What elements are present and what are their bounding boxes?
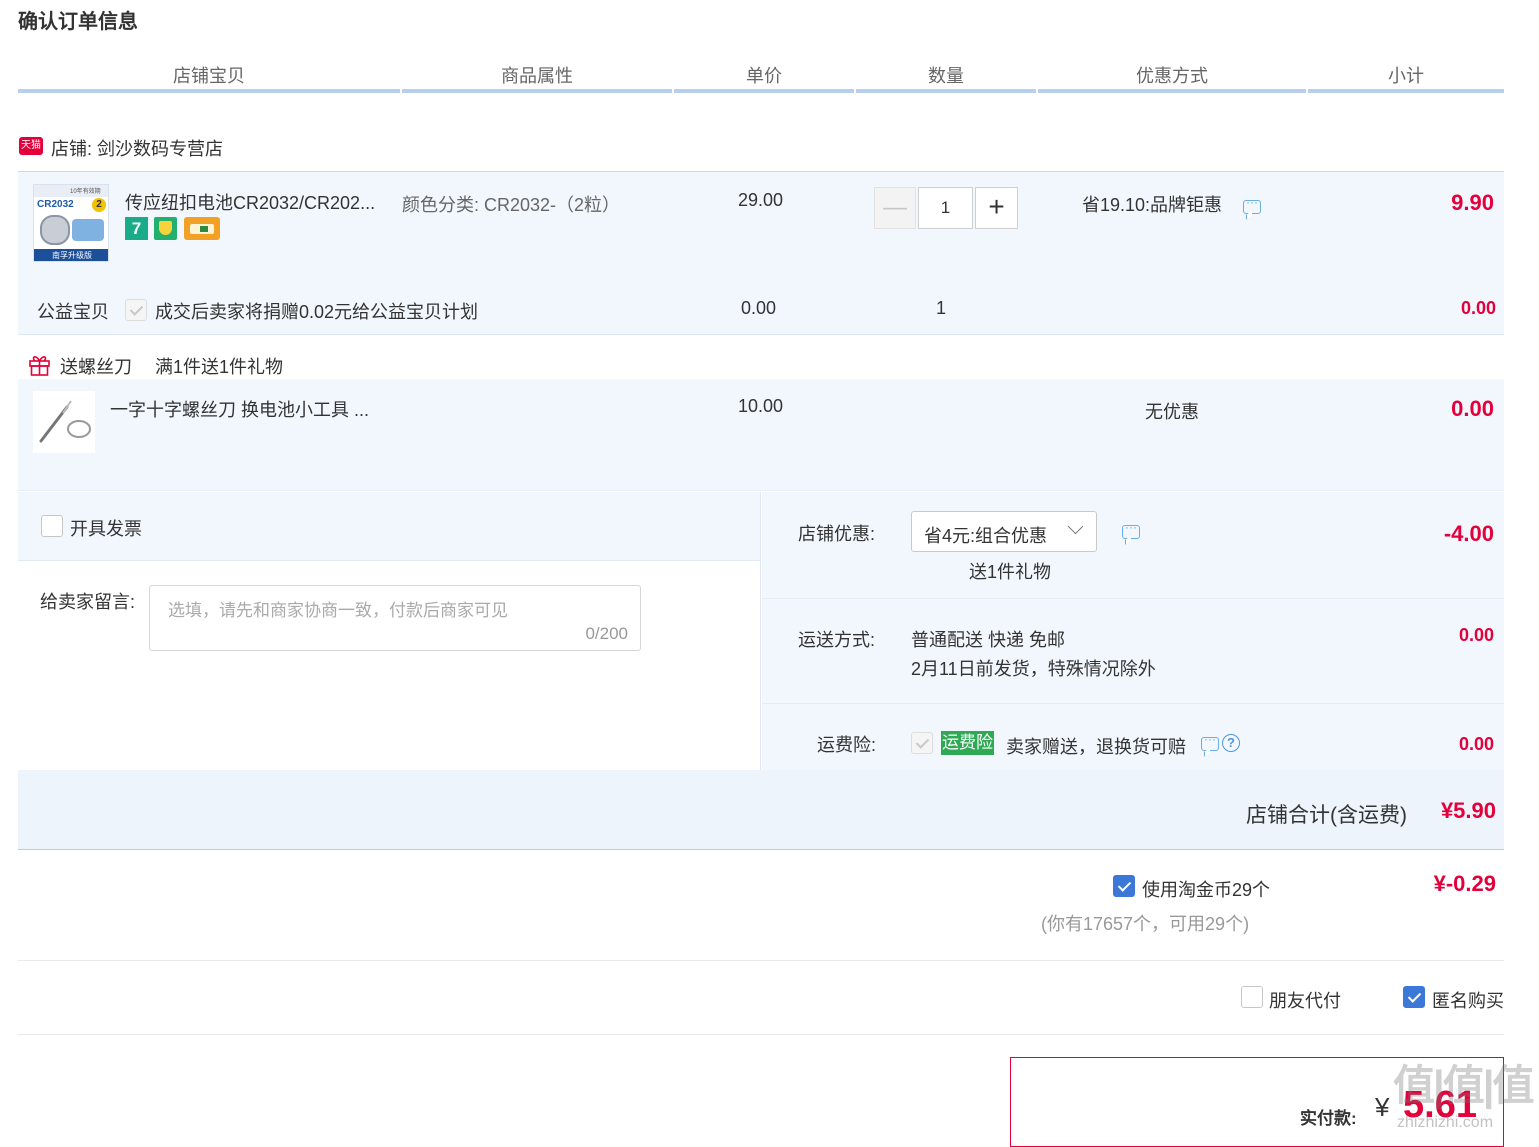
quantity-input[interactable]: 1 [918, 187, 973, 229]
coins-available: (你有17657个，可用29个) [1041, 914, 1250, 934]
charity-subtotal: 0.00 [1460, 298, 1496, 318]
tmall-badge: 天猫 [19, 137, 43, 155]
col-header-attr: 商品属性 [501, 66, 573, 86]
invoice-checkbox[interactable] [41, 515, 63, 537]
charity-price: 0.00 [741, 298, 777, 318]
coins-amount: ¥-0.29 [1433, 871, 1496, 896]
shop-discount-label: 店铺优惠: [798, 524, 876, 544]
col-header-discount: 优惠方式 [1136, 66, 1208, 86]
gift-item-thumbnail[interactable] [33, 391, 95, 453]
charity-text: 成交后卖家将捐赠0.02元给公益宝贝计划 [155, 302, 479, 322]
shop-total-amount: ¥5.90 [1440, 798, 1496, 823]
gift-icon [28, 353, 51, 376]
friend-pay-checkbox[interactable] [1241, 986, 1263, 1008]
item-discount: 省19.10:品牌钜惠 [1082, 195, 1223, 215]
coins-checkbox[interactable] [1113, 875, 1135, 897]
charity-qty: 1 [936, 298, 947, 318]
shop-discount-select[interactable]: 省4元:组合优惠 [911, 511, 1097, 552]
guarantee-badge-icon [154, 217, 177, 240]
item-thumbnail[interactable]: 10年有效期 CR2032 2 南孚升级版 [33, 184, 109, 262]
shop-discount-note: 送1件礼物 [969, 562, 1052, 582]
insurance-tag: 运费险 [941, 731, 994, 755]
chevron-down-icon [1067, 518, 1084, 535]
shop-name[interactable]: 店铺: 剑沙数码专营店 [51, 135, 223, 161]
shipping-label: 运送方式: [798, 630, 876, 650]
credit-card-badge-icon [184, 217, 220, 240]
item-title[interactable]: 传应纽扣电池CR2032/CR202... [125, 189, 375, 215]
shop-discount-amount: -4.00 [1443, 521, 1494, 546]
gift-promo-title: 送螺丝刀 [60, 357, 132, 377]
gift-item-price: 10.00 [738, 396, 784, 416]
insurance-chat-icon[interactable] [1201, 732, 1219, 751]
seven-day-return-badge: 7 [125, 217, 148, 240]
charity-label: 公益宝贝 [37, 302, 109, 322]
message-placeholder: 选填，请先和商家协商一致，付款后商家可见 [168, 601, 508, 620]
friend-pay-label[interactable]: 朋友代付 [1269, 987, 1341, 1013]
col-header-qty: 数量 [928, 66, 964, 86]
col-header-subtotal: 小计 [1388, 66, 1424, 86]
page-title: 确认订单信息 [18, 11, 138, 33]
gift-item-discount: 无优惠 [1145, 402, 1199, 422]
header-divider [18, 89, 400, 93]
invoice-label[interactable]: 开具发票 [70, 515, 142, 541]
shipping-eta: 2月11日前发货，特殊情况除外 [911, 659, 1156, 679]
message-textarea[interactable]: 选填，请先和商家协商一致，付款后商家可见 0/200 [149, 585, 641, 651]
message-label: 给卖家留言: [40, 592, 136, 612]
col-header-price: 单价 [746, 66, 782, 86]
item-subtotal: 9.90 [1451, 190, 1494, 215]
gift-item-subtotal: 0.00 [1451, 396, 1494, 421]
pay-label: 实付款: [1300, 1109, 1357, 1128]
item-attribute: 颜色分类: CR2032-（2粒） [402, 195, 621, 215]
quantity-decrease-button[interactable]: — [874, 187, 916, 229]
discount-info-chat-icon[interactable] [1243, 195, 1261, 214]
coins-label[interactable]: 使用淘金币29个 [1142, 876, 1270, 902]
shop-total-label: 店铺合计(含运费) [1246, 804, 1407, 827]
insurance-text: 卖家赠送，退换货可赔 [1006, 737, 1186, 757]
quantity-increase-button[interactable]: + [975, 187, 1018, 229]
shipping-amount: 0.00 [1458, 625, 1494, 645]
anonymous-label[interactable]: 匿名购买 [1432, 987, 1504, 1013]
shipping-method: 普通配送 快递 免邮 [911, 630, 1066, 650]
charity-checkbox [125, 299, 147, 321]
insurance-checkbox [911, 732, 933, 754]
col-header-item: 店铺宝贝 [173, 66, 245, 86]
anonymous-checkbox[interactable] [1403, 986, 1425, 1008]
gift-item-title[interactable]: 一字十字螺丝刀 换电池小工具 ... [110, 396, 369, 422]
pay-amount: 5.61 [1403, 1084, 1477, 1126]
pay-currency: ¥ [1375, 1092, 1390, 1122]
insurance-amount: 0.00 [1458, 734, 1494, 754]
help-icon[interactable]: ? [1222, 734, 1240, 752]
message-counter: 0/200 [585, 624, 628, 643]
insurance-label: 运费险: [817, 735, 877, 755]
item-panel [18, 172, 1504, 490]
shop-discount-chat-icon[interactable] [1122, 520, 1140, 539]
item-unit-price: 29.00 [738, 190, 784, 210]
gift-promo-rule: 满1件送1件礼物 [155, 357, 284, 377]
